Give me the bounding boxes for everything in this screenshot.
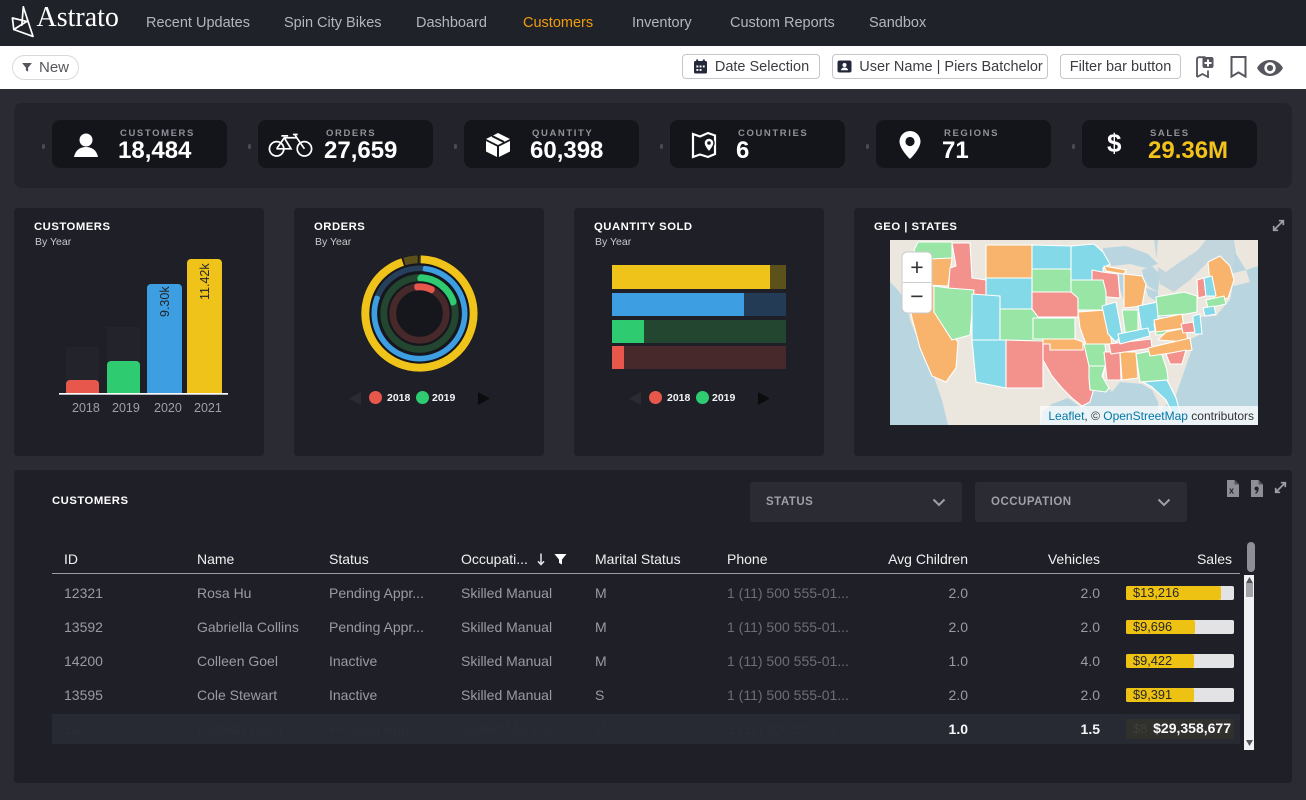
svg-text:9.30k: 9.30k	[158, 286, 172, 317]
svg-text:x: x	[1229, 486, 1234, 496]
svg-text:Leaflet, © OpenStreetMap contr: Leaflet, © OpenStreetMap contributors	[1048, 409, 1254, 423]
svg-text:+: +	[910, 254, 923, 280]
svg-text:−: −	[910, 283, 923, 309]
svg-text:11.42k: 11.42k	[198, 263, 212, 300]
